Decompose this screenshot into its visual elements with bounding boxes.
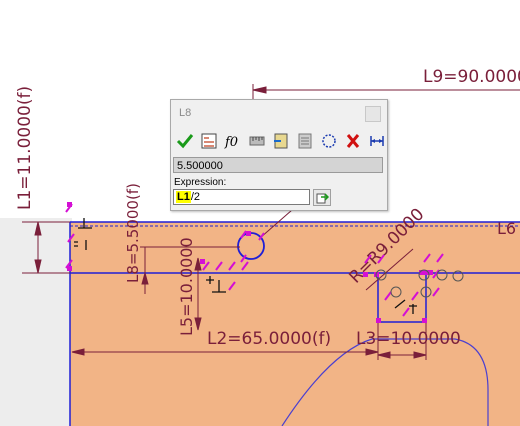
apply-expression-button[interactable] <box>313 189 331 206</box>
constraint-point <box>67 202 72 207</box>
dimension-l9[interactable]: L9=90.0000 <box>423 67 520 87</box>
function-icon: f0 <box>224 135 238 150</box>
dimension-icon <box>370 136 384 146</box>
variable-table-icon <box>201 133 217 149</box>
dialog-title: L8 <box>179 107 192 119</box>
sketch-canvas[interactable]: L9=90.0000 L1=11.0000(f) L8=5.5000(f) L5… <box>0 0 520 426</box>
parameter-list-icon <box>298 133 312 149</box>
variable-table-button[interactable] <box>197 130 221 152</box>
constraint-point <box>200 259 205 264</box>
l9-arrow <box>252 86 267 94</box>
select-geometry-button[interactable] <box>317 130 341 152</box>
dimension-edit-dialog[interactable]: L8 f0 5.500000 Expression: L1/2 <box>170 99 388 211</box>
expression-input[interactable]: L1/2 <box>173 189 310 205</box>
accept-button[interactable] <box>173 130 197 152</box>
close-button[interactable] <box>365 106 381 122</box>
constraint-point <box>363 272 368 277</box>
dimension-l3[interactable]: L3=10.0000 <box>356 329 461 349</box>
expression-text: /2 <box>190 191 201 203</box>
cancel-icon <box>346 134 360 148</box>
select-geometry-icon <box>322 134 336 148</box>
dimension-l2[interactable]: L2=65.0000(f) <box>207 329 331 349</box>
measure-icon <box>249 136 265 146</box>
apply-expression-icon <box>316 193 329 204</box>
constraint-point <box>67 266 72 271</box>
dialog-toolbar: f0 <box>173 130 389 152</box>
constraint-point <box>422 318 427 323</box>
cancel-button[interactable] <box>341 130 365 152</box>
expression-variable: L1 <box>176 191 191 203</box>
function-button[interactable]: f0 <box>221 130 245 152</box>
dimension-button[interactable] <box>365 130 389 152</box>
dimension-l5[interactable]: L5=10.0000 <box>177 237 196 336</box>
canvas-background-panel <box>0 218 72 426</box>
accept-icon <box>176 134 194 149</box>
constraint-point <box>246 231 251 236</box>
measure-button[interactable] <box>245 130 269 152</box>
assign-icon <box>274 133 288 149</box>
svg-text:f0: f0 <box>224 135 238 150</box>
dimension-l6[interactable]: L6 <box>497 219 516 238</box>
parameter-list-button[interactable] <box>293 130 317 152</box>
expression-label: Expression: <box>174 177 227 188</box>
constraint-point <box>376 318 381 323</box>
dimension-l8[interactable]: L8=5.5000(f) <box>124 183 142 283</box>
assign-button[interactable] <box>269 130 293 152</box>
dimension-l1[interactable]: L1=11.0000(f) <box>15 86 35 210</box>
value-field[interactable]: 5.500000 <box>173 157 383 173</box>
